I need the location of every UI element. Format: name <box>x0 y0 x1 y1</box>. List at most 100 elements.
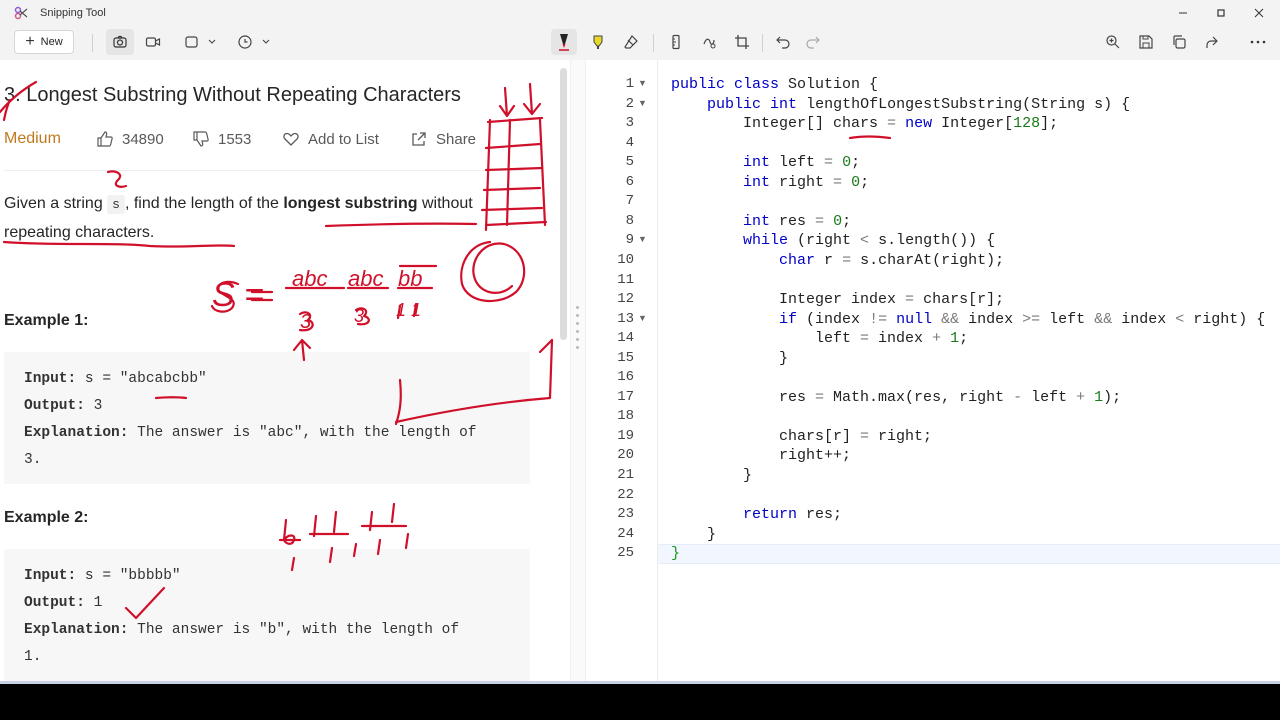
close-button[interactable] <box>1240 0 1278 26</box>
code-line[interactable]: 17 res = Math.max(res, right - left + 1)… <box>586 387 1280 407</box>
line-number: 14 <box>617 330 634 347</box>
code-text: Integer index = chars[r]; <box>671 291 1005 309</box>
code-text: } <box>671 545 681 563</box>
code-text: } <box>671 525 717 543</box>
output-value: 3 <box>84 398 103 414</box>
line-number: 5 <box>625 154 634 171</box>
undo-button[interactable] <box>771 29 795 55</box>
example-1-title: Example 1: <box>4 312 89 329</box>
redo-button[interactable] <box>801 29 825 55</box>
code-line[interactable]: 5 int left = 0; <box>586 152 1280 172</box>
save-button[interactable] <box>1134 29 1158 55</box>
like-button[interactable]: 34890 <box>96 130 164 148</box>
video-mode-button[interactable] <box>140 29 166 55</box>
copy-icon <box>1173 35 1186 49</box>
code-line[interactable]: 18 <box>586 406 1280 426</box>
code-line[interactable]: 2 ▼ public int lengthOfLongestSubstring(S… <box>586 94 1280 114</box>
add-to-list-button[interactable]: Add to List <box>282 130 379 148</box>
delay-dropdown[interactable] <box>234 29 272 55</box>
dislike-button[interactable]: 1553 <box>192 130 251 148</box>
description-text: , find the length of the <box>124 195 284 212</box>
fold-chevron-icon[interactable]: ▼ <box>638 234 647 244</box>
thumbs-up-icon <box>97 131 113 147</box>
code-line[interactable]: 21 } <box>586 465 1280 485</box>
like-count: 34890 <box>122 130 164 148</box>
code-line[interactable]: 22 <box>586 485 1280 505</box>
problem-scrollbar[interactable] <box>560 68 567 340</box>
touch-writing-button[interactable] <box>697 29 721 55</box>
highlighter-button[interactable] <box>586 29 610 55</box>
line-number: 9 <box>625 232 634 249</box>
line-number: 1 <box>625 76 634 92</box>
rectangle-snip-icon <box>185 36 216 48</box>
line-number: 24 <box>617 525 634 542</box>
fold-chevron-icon[interactable]: ▼ <box>638 78 647 88</box>
code-line[interactable]: 12 Integer index = chars[r]; <box>586 289 1280 309</box>
line-number: 25 <box>617 545 634 562</box>
explanation-continued: 1. <box>24 649 42 665</box>
restore-icon <box>1217 9 1225 17</box>
code-line[interactable]: 23 return res; <box>586 504 1280 524</box>
code-line[interactable]: 24 } <box>586 524 1280 544</box>
code-line[interactable]: 1 ▼ public class Solution { <box>586 74 1280 94</box>
code-line[interactable]: 10 char r = s.charAt(right); <box>586 250 1280 270</box>
letterbox-bar <box>0 684 1280 720</box>
copy-button[interactable] <box>1167 29 1191 55</box>
zoom-button[interactable] <box>1101 29 1125 55</box>
code-line[interactable]: 13 ▼ if (index != null && index >= left &… <box>586 309 1280 329</box>
code-line[interactable]: 20 right++; <box>586 445 1280 465</box>
code-line[interactable]: 15 } <box>586 348 1280 368</box>
code-line[interactable]: 11 <box>586 270 1280 290</box>
code-line[interactable]: 9 ▼ while (right < s.length()) { <box>586 230 1280 250</box>
output-label: Output: <box>24 595 85 611</box>
snipping-tool-app-icon <box>14 6 28 20</box>
pane-splitter[interactable] <box>570 60 586 681</box>
code-text: public int lengthOfLongestSubstring(Stri… <box>707 95 1131 113</box>
input-value: s = "abcabcbb" <box>76 371 207 387</box>
eraser-button[interactable] <box>619 29 643 55</box>
code-editor[interactable]: 1 ▼ public class Solution {2 ▼ public int l… <box>586 60 1280 681</box>
explanation-continued: 3. <box>24 452 42 468</box>
dislike-count: 1553 <box>218 130 252 148</box>
video-camera-icon <box>145 37 161 47</box>
code-line[interactable]: 19 chars[r] = right; <box>586 426 1280 446</box>
minimize-button[interactable] <box>1164 0 1202 26</box>
crop-icon <box>735 35 749 49</box>
description-bold: longest substring <box>283 195 418 212</box>
ballpoint-pen-button[interactable] <box>551 29 577 55</box>
code-line[interactable]: 8 int res = 0; <box>586 211 1280 231</box>
restore-button[interactable] <box>1202 0 1240 26</box>
crop-button[interactable] <box>730 29 754 55</box>
fold-chevron-icon[interactable]: ▼ <box>638 98 647 108</box>
code-line[interactable]: 6 int right = 0; <box>586 172 1280 192</box>
code-line[interactable]: 3 Integer[] chars = new Integer[128]; <box>586 113 1280 133</box>
share-button[interactable] <box>1200 29 1224 55</box>
minimize-icon <box>1179 12 1187 14</box>
code-line[interactable]: 16 <box>586 367 1280 387</box>
code-line[interactable]: 25} <box>586 543 1280 563</box>
snip-shape-dropdown[interactable] <box>180 29 220 55</box>
code-line[interactable]: 4 <box>586 133 1280 153</box>
problem-description: Given a string s, find the length of the… <box>4 190 524 247</box>
line-number: 21 <box>617 467 634 483</box>
highlighter-icon <box>593 35 603 49</box>
example-1-box: Input: s = "abcabcbb" Output: 3 Explanat… <box>4 352 530 484</box>
code-text: res = Math.max(res, right - left + 1); <box>671 388 1122 406</box>
line-number: 4 <box>625 134 634 151</box>
problem-meta-row: Medium 34890 1553 Add to List Share <box>4 128 484 152</box>
screenshot-mode-button[interactable] <box>106 29 134 55</box>
explanation-value: The answer is "abc", with the length of <box>128 425 477 441</box>
code-line[interactable]: 7 <box>586 191 1280 211</box>
line-number: 6 <box>625 173 634 190</box>
new-button-label: New <box>40 36 63 48</box>
ruler-button[interactable] <box>664 29 688 55</box>
new-button[interactable]: + New <box>14 30 74 54</box>
code-line[interactable]: 14 left = index + 1; <box>586 328 1280 348</box>
code-text: char r = s.charAt(right); <box>779 251 1005 269</box>
toolbar-divider <box>92 34 93 52</box>
example-2-title: Example 2: <box>4 509 89 526</box>
fold-chevron-icon[interactable]: ▼ <box>638 313 647 323</box>
more-options-button[interactable] <box>1244 29 1272 55</box>
explanation-value: The answer is "b", with the length of <box>128 622 460 638</box>
share-link[interactable]: Share <box>410 130 476 148</box>
